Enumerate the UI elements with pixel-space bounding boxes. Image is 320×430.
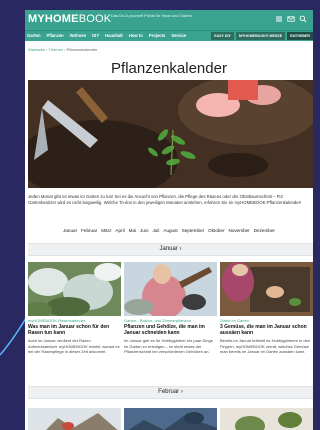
page-title: Pflanzenkalender bbox=[111, 60, 227, 77]
month-link-november[interactable]: November bbox=[229, 228, 250, 233]
month-link-april[interactable]: April bbox=[115, 228, 124, 233]
site-header: MYHOMEBOOK Das Do-it-yourself Portal für… bbox=[25, 10, 313, 30]
hero-image bbox=[28, 80, 313, 188]
month-link-januar[interactable]: Januar bbox=[63, 228, 77, 233]
intro-text: Jeden Monat gibt es etwas im Garten zu t… bbox=[28, 194, 302, 205]
article-image[interactable] bbox=[220, 262, 313, 316]
month-link-mai[interactable]: Mai bbox=[129, 228, 136, 233]
section-label-januar: Januar › bbox=[159, 246, 182, 252]
month-link-august[interactable]: August bbox=[163, 228, 177, 233]
breadcrumb-section[interactable]: Themen bbox=[48, 47, 63, 52]
article-excerpt: Bereits im Januar kribbelt es Hobbygärtn… bbox=[220, 338, 311, 354]
nav-item-how-to[interactable]: How to bbox=[129, 32, 143, 40]
tagline-text: Das Do-it-yourself Portal für Haus und G… bbox=[111, 13, 192, 18]
header-icons bbox=[275, 15, 307, 23]
nav-items: Garten Pflanzen Wohnen DIY Haushalt How … bbox=[27, 32, 186, 40]
nav-item-projects[interactable]: Projects bbox=[149, 32, 166, 40]
article-title[interactable]: 3 Gemüse, die man im Januar schon aussäe… bbox=[220, 324, 313, 336]
section-header-februar[interactable]: Februar › bbox=[28, 386, 313, 399]
article-card[interactable] bbox=[28, 408, 121, 430]
month-link-oktober[interactable]: Oktober bbox=[208, 228, 224, 233]
month-link-februar[interactable]: Februar bbox=[81, 228, 97, 233]
menu-icon[interactable] bbox=[275, 15, 283, 23]
month-link-dezember[interactable]: Dezember bbox=[254, 228, 275, 233]
article-card[interactable]: myHOMEBOOK-Rasenkalender Was man im Janu… bbox=[28, 262, 121, 355]
article-category[interactable]: myHOMEBOOK-Rasenkalender bbox=[28, 318, 121, 323]
article-excerpt: Auch im Januar verdient der Rasen Aufmer… bbox=[28, 338, 120, 354]
logo-part-home: HOME bbox=[44, 13, 79, 25]
section-label-februar: Februar › bbox=[158, 389, 183, 395]
main-navigation: Garten Pflanzen Wohnen DIY Haushalt How … bbox=[25, 30, 313, 41]
article-image[interactable] bbox=[220, 408, 313, 430]
month-link-juli[interactable]: Juli bbox=[152, 228, 159, 233]
ratgeber-button[interactable]: RATGEBER bbox=[287, 32, 313, 40]
site-logo[interactable]: MYHOMEBOOK bbox=[28, 13, 111, 25]
breadcrumb-home[interactable]: Startseite bbox=[28, 47, 45, 52]
mail-icon[interactable] bbox=[287, 15, 295, 23]
article-title[interactable]: Pflanzen und Gehölze, die man im Januar … bbox=[124, 324, 217, 336]
site-tagline: Das Do-it-yourself Portal für Haus und G… bbox=[111, 13, 192, 18]
month-link-juni[interactable]: Juni bbox=[140, 228, 148, 233]
article-excerpt: Im Januar gibt es für Hobbygärtner ein p… bbox=[124, 338, 213, 354]
browser-page: MYHOMEBOOK Das Do-it-yourself Portal für… bbox=[25, 10, 313, 430]
nav-item-pflanzen[interactable]: Pflanzen bbox=[47, 32, 64, 40]
article-image[interactable] bbox=[124, 262, 217, 316]
article-category[interactable]: Garten-, Balkon- und Zimmerpflanzen bbox=[124, 318, 217, 323]
nav-item-wohnen[interactable]: Wohnen bbox=[70, 32, 86, 40]
article-category[interactable]: Direkt im Garten bbox=[220, 318, 313, 323]
article-card[interactable]: Direkt im Garten 3 Gemüse, die man im Ja… bbox=[220, 262, 313, 355]
article-image[interactable] bbox=[28, 262, 121, 316]
breadcrumb: Startseite › Themen › Pflanzenkalender bbox=[28, 47, 98, 52]
article-image[interactable] bbox=[28, 408, 121, 430]
messe-button[interactable]: MYHOMEBOOK® MESSE bbox=[235, 32, 286, 40]
month-link-maerz[interactable]: März bbox=[101, 228, 111, 233]
nav-item-garten[interactable]: Garten bbox=[27, 32, 41, 40]
nav-buttons: EASY DIY MYHOMEBOOK® MESSE RATGEBER bbox=[211, 32, 313, 40]
logo-part-my: MY bbox=[28, 13, 45, 25]
nav-item-service[interactable]: Service bbox=[171, 32, 186, 40]
month-navigation: Januar Februar März April Mai Juni Juli … bbox=[25, 228, 313, 233]
article-card[interactable]: Garten-, Balkon- und Zimmerpflanzen Pfla… bbox=[124, 262, 217, 355]
article-card[interactable] bbox=[220, 408, 313, 430]
logo-part-book: BOOK bbox=[78, 13, 112, 25]
search-icon[interactable] bbox=[299, 15, 307, 23]
nav-item-diy[interactable]: DIY bbox=[92, 32, 99, 40]
month-link-september[interactable]: September bbox=[182, 228, 204, 233]
article-card[interactable] bbox=[124, 408, 217, 430]
section-header-januar[interactable]: Januar › bbox=[28, 243, 313, 256]
breadcrumb-current: Pflanzenkalender bbox=[66, 47, 98, 52]
easy-diy-button[interactable]: EASY DIY bbox=[211, 32, 234, 40]
nav-item-haushalt[interactable]: Haushalt bbox=[105, 32, 123, 40]
article-image[interactable] bbox=[124, 408, 217, 430]
article-title[interactable]: Was man im Januar schon für den Rasen tu… bbox=[28, 324, 121, 336]
